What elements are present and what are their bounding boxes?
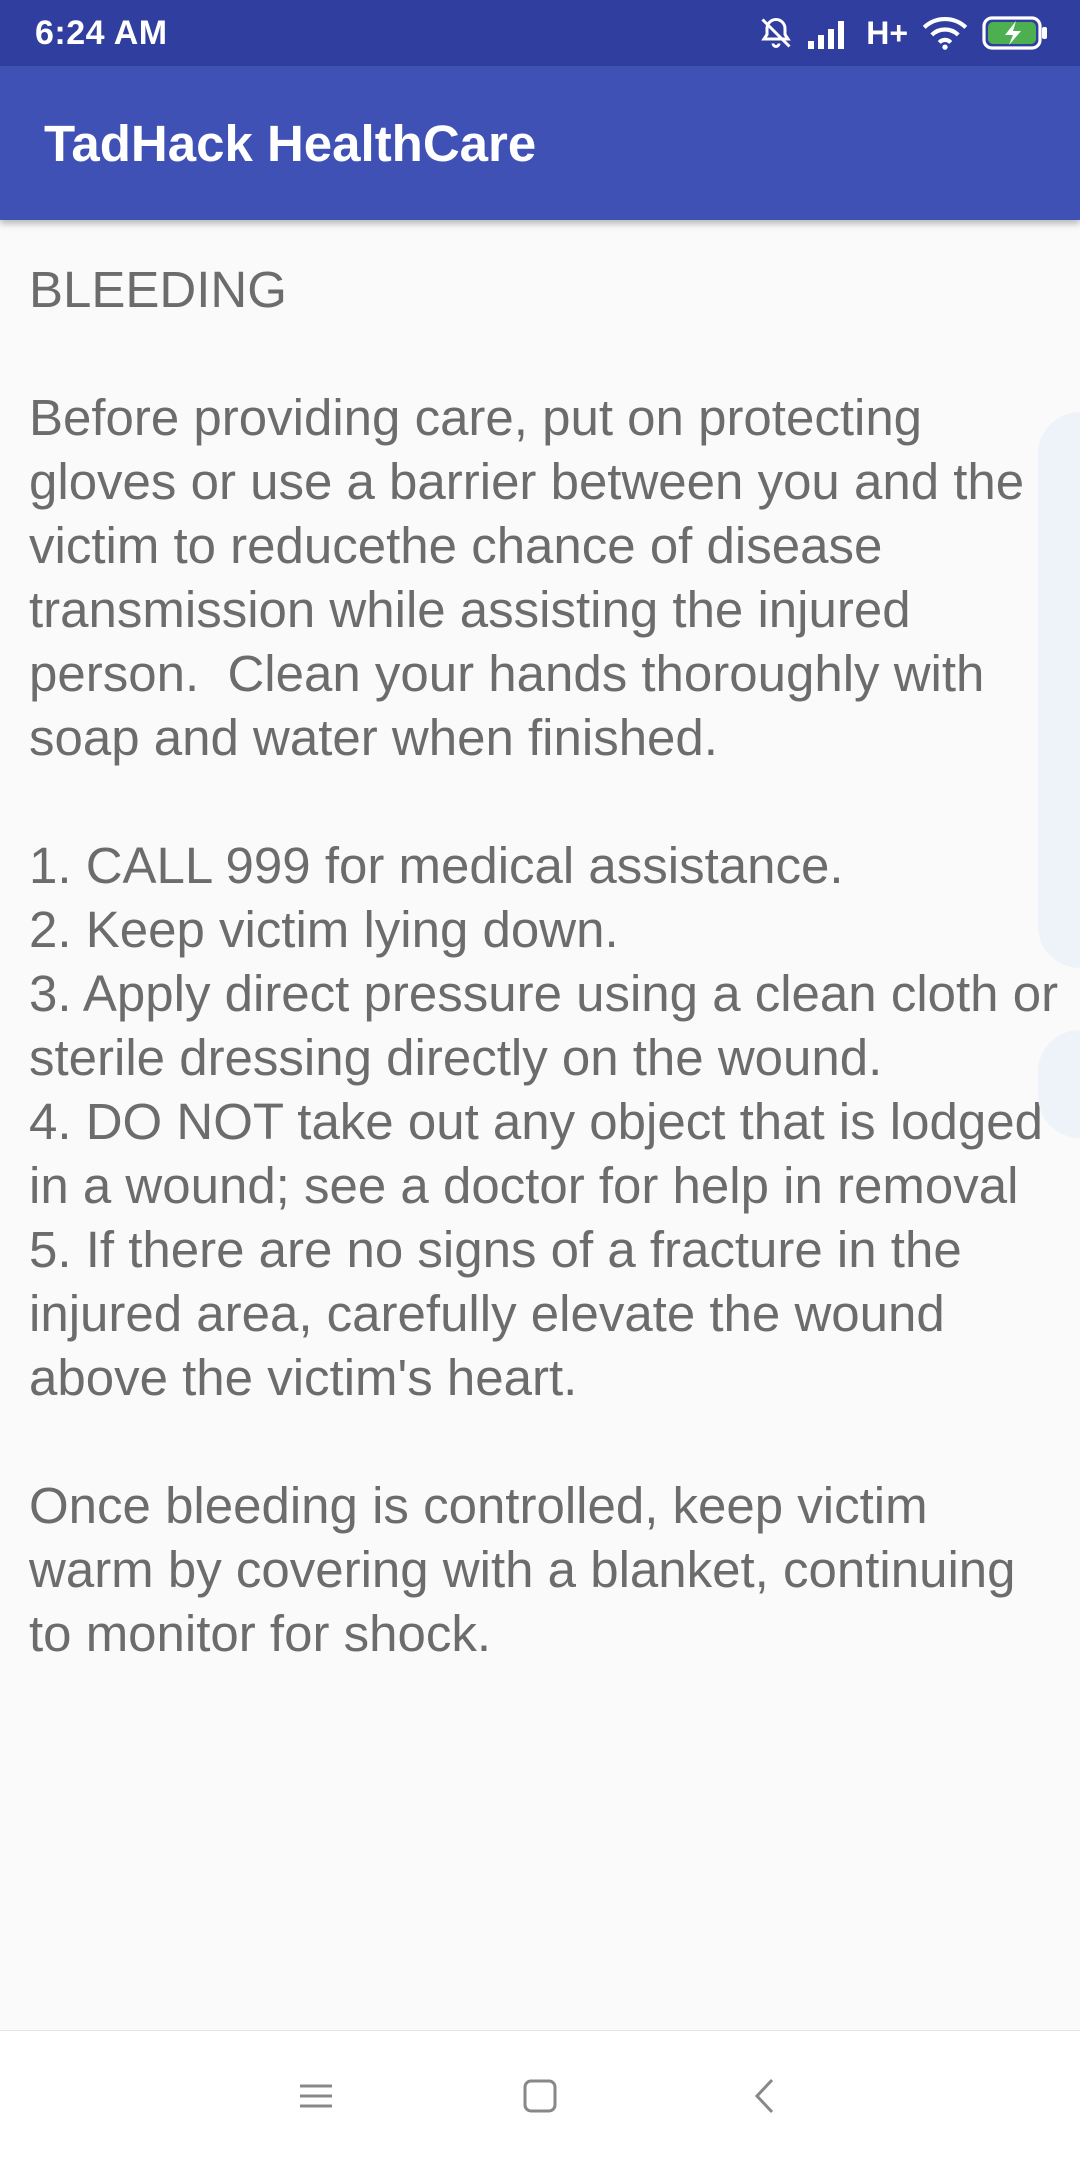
back-icon[interactable]	[714, 2046, 814, 2146]
signal-icon	[808, 17, 852, 49]
battery-charging-icon	[982, 16, 1050, 50]
step-item: 5. If there are no signs of a fracture i…	[29, 1221, 976, 1406]
wifi-icon	[922, 16, 968, 50]
status-time: 6:24 AM	[35, 13, 168, 52]
app-title: TadHack HealthCare	[44, 114, 537, 172]
status-icons: H+	[758, 15, 1050, 52]
bell-muted-icon	[758, 15, 794, 51]
menu-icon[interactable]	[266, 2046, 366, 2146]
edge-sidebar-handle[interactable]	[1038, 412, 1080, 968]
step-item: 2. Keep victim lying down.	[29, 901, 619, 958]
article-content[interactable]: BLEEDING Before providing care, put on p…	[0, 220, 1080, 2030]
navigation-bar	[0, 2030, 1080, 2161]
network-type-label: H+	[866, 14, 908, 51]
step-item: 3. Apply direct pressure using a clean c…	[29, 965, 1073, 1086]
status-bar: 6:24 AM H+	[0, 0, 1080, 66]
home-icon[interactable]	[490, 2046, 590, 2146]
step-item: 1. CALL 999 for medical assistance.	[29, 837, 844, 894]
step-item: 4. DO NOT take out any object that is lo…	[29, 1093, 1043, 1214]
article-heading: BLEEDING	[29, 261, 287, 318]
article-closing: Once bleeding is controlled, keep victim…	[29, 1477, 1030, 1662]
app-bar: TadHack HealthCare	[0, 66, 1080, 220]
article-intro: Before providing care, put on protecting…	[29, 389, 1039, 766]
